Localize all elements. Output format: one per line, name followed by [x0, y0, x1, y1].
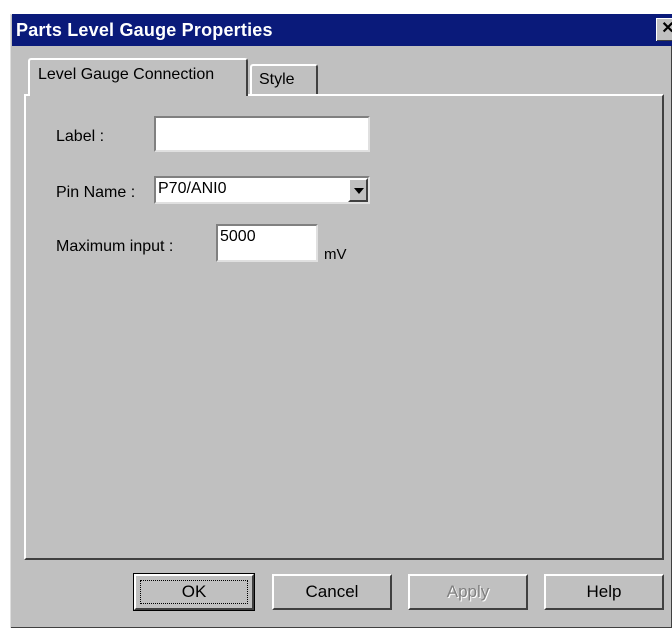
label-caption: Label : [56, 128, 105, 145]
ok-button[interactable]: OK [133, 573, 255, 611]
dropdown-button[interactable] [348, 178, 368, 202]
apply-label: Apply [446, 582, 490, 601]
maximum-input-field[interactable]: 5000 [216, 224, 318, 262]
window-title: Parts Level Gauge Properties [16, 20, 273, 40]
tab-panel: Label : Pin Name : P70/ANI0 Maximum inpu… [24, 94, 664, 560]
help-label: Help [586, 582, 622, 601]
pin-name-value: P70/ANI0 [158, 180, 227, 197]
pin-name-select[interactable]: P70/ANI0 [154, 176, 370, 204]
unit-label: mV [324, 246, 347, 263]
tab-style[interactable]: Style [250, 64, 318, 96]
tab-label: Level Gauge Connection [38, 66, 215, 83]
focus-rect [140, 580, 248, 604]
cancel-button[interactable]: Cancel [272, 574, 392, 610]
help-button[interactable]: Help [544, 574, 664, 610]
maximum-input-caption: Maximum input : [56, 238, 174, 255]
apply-button[interactable]: Apply [408, 574, 528, 610]
tab-label: Style [259, 71, 295, 88]
pin-name-caption: Pin Name : [56, 184, 136, 201]
close-glyph: ✕ [661, 20, 672, 37]
maximum-input-value: 5000 [220, 228, 256, 245]
tab-level-gauge-connection[interactable]: Level Gauge Connection [28, 58, 248, 96]
title-bar[interactable]: Parts Level Gauge Properties ✕ [12, 14, 672, 46]
label-input[interactable] [154, 116, 370, 152]
cancel-label: Cancel [305, 582, 359, 601]
chevron-down-icon [354, 188, 364, 194]
close-icon[interactable]: ✕ [656, 18, 672, 41]
